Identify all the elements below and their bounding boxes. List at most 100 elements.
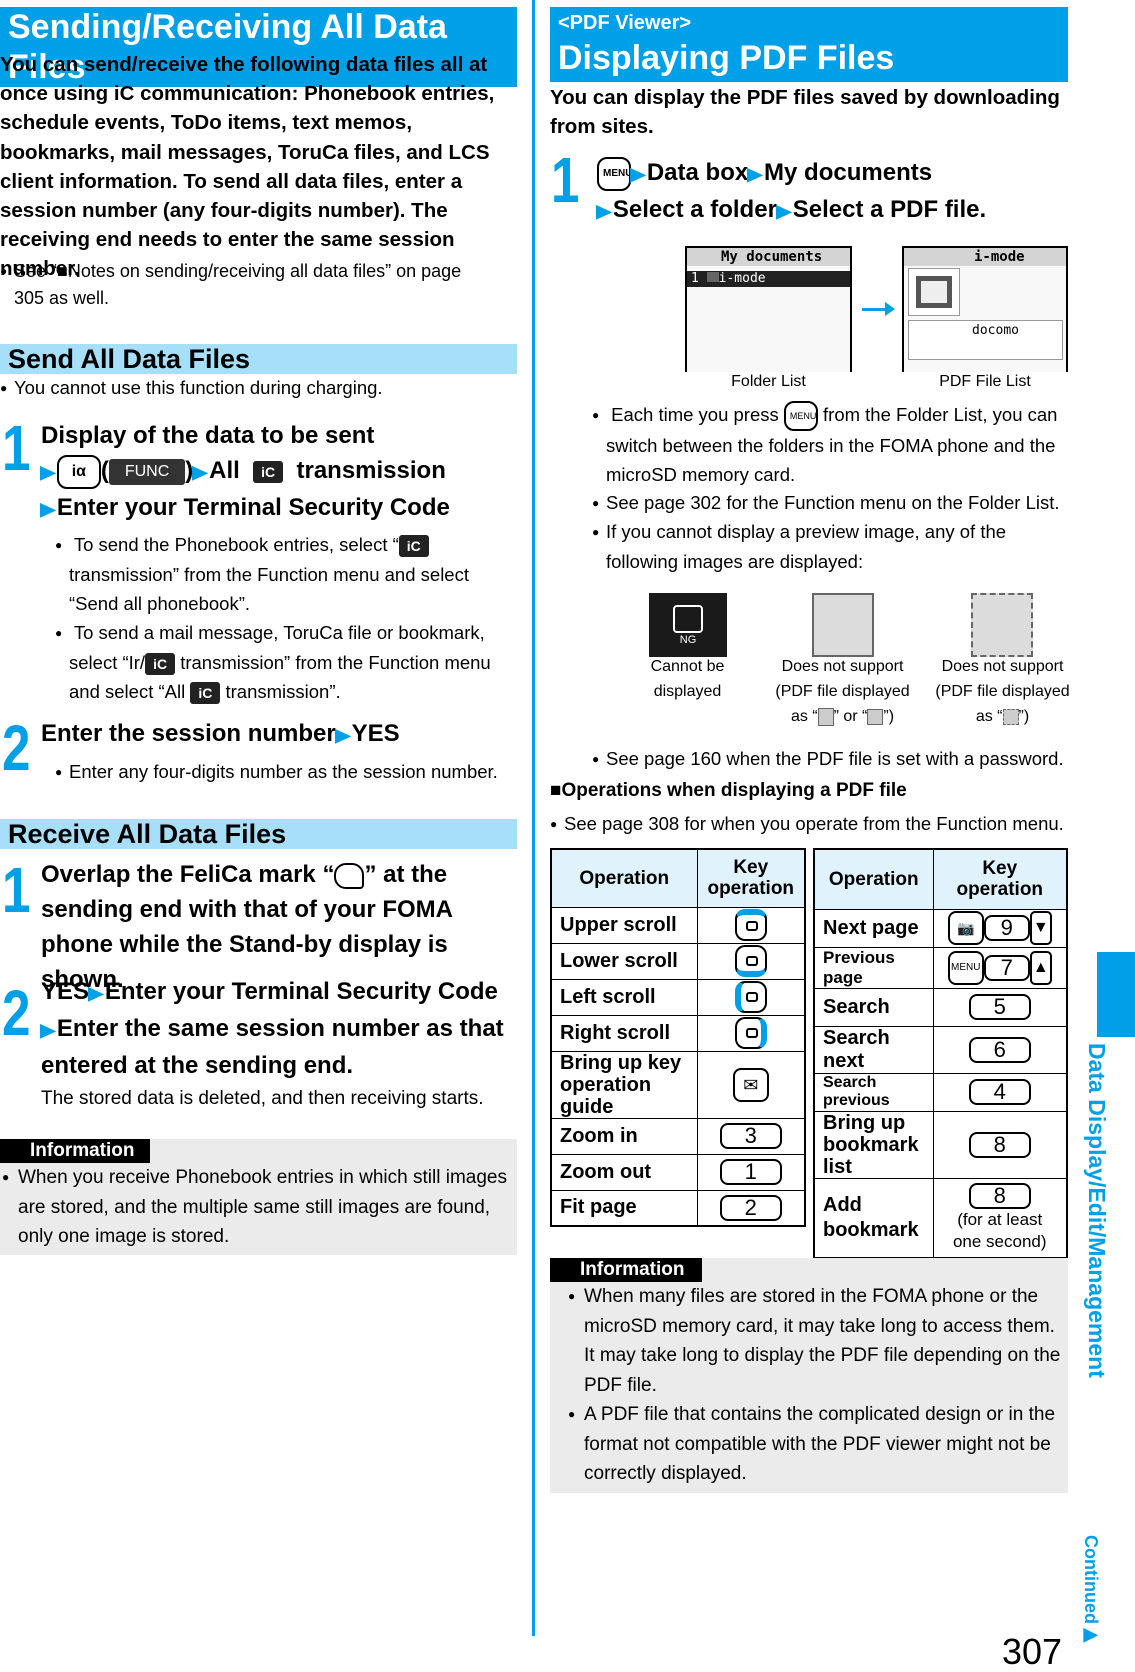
operation-cell: Zoom out	[550, 1153, 698, 1191]
step-text: YES	[351, 720, 400, 747]
step-text: YES	[41, 978, 90, 1005]
table-row: Search previous 4	[813, 1072, 1068, 1112]
bullet-text: Each time you press	[611, 404, 784, 425]
preview-caption: Cannot be displayed	[650, 658, 725, 700]
camera-key-icon: 📷	[947, 911, 984, 945]
operations-heading: ■Operations when displaying a PDF file	[550, 780, 907, 801]
felica-mark-icon	[334, 862, 365, 889]
multi-page-icon	[817, 707, 834, 726]
continued-arrow-icon: ▶	[1081, 1623, 1101, 1645]
table-row: Upper scroll	[550, 906, 806, 944]
menu-all: All	[209, 457, 240, 484]
operation-cell: Previous page	[813, 946, 934, 989]
table-row: Zoom in 3	[550, 1117, 806, 1155]
operation-cell: Bring up bookmark list	[813, 1110, 934, 1179]
screen-title-bar: My documents	[687, 248, 850, 266]
column-header: Key operation	[932, 848, 1068, 910]
column-header: Operation	[813, 848, 934, 910]
column-header: Key operation	[696, 848, 806, 908]
ng-badge: NG	[679, 634, 697, 646]
func-softkey-icon: FUNC	[108, 458, 186, 485]
operation-cell: Bring up key operation guide	[550, 1050, 698, 1119]
menu-key-icon[interactable]: MENU	[597, 156, 632, 191]
ic-transmission-icon: iC	[398, 535, 429, 558]
operations-table-left: Operation Key operation Upper scroll Lowe…	[550, 848, 806, 1227]
nav-up-key-icon	[734, 909, 767, 941]
caption-line: as “” or “”)	[790, 707, 895, 726]
intro-text: You can send/receive the following data …	[0, 53, 495, 281]
step-number-2: 2	[2, 977, 31, 1049]
step-text: My documents	[764, 159, 933, 186]
step-text: Enter your Terminal Security Code	[56, 494, 450, 521]
arrow-icon: ▶	[630, 164, 646, 184]
menu-switch-bullet: Each time you press MENU from the Folder…	[592, 400, 1072, 489]
table-row: Lower scroll	[550, 942, 806, 980]
ialpha-key-icon[interactable]: iα	[56, 454, 101, 489]
information-item: When you receive Phonebook entries in wh…	[0, 1163, 517, 1252]
arrow-icon: ▶	[596, 201, 612, 221]
notes-reference: See “■Notes on sending/receiving all dat…	[0, 258, 470, 312]
step-number-1: 1	[2, 854, 31, 926]
menu-key-icon: MENU	[947, 950, 984, 985]
table-row: Search 5	[813, 987, 1068, 1027]
key-1-icon: 1	[719, 1159, 782, 1185]
pdf-file-info: docomo	[908, 320, 1063, 360]
key-9-icon: 9	[983, 915, 1030, 941]
unsupported-preview-icon	[812, 593, 874, 657]
pdf-step-1: MENU▶Data box▶My documents ▶Select a fol…	[596, 155, 1077, 229]
dashed-page-icon	[1002, 708, 1019, 725]
ic-transmission-icon: iC	[190, 682, 221, 705]
operation-cell: Right scroll	[550, 1014, 698, 1052]
table-row: Zoom out 1	[550, 1153, 806, 1191]
mail-bullet: To send a mail message, ToruCa file or b…	[55, 618, 520, 706]
bullet-text: To send the Phonebook entries, select “	[73, 534, 399, 555]
mail-key-icon: ✉	[732, 1067, 769, 1102]
table-row: Next page 📷 9 ▼	[813, 908, 1068, 948]
arrow-icon: ▶	[776, 201, 792, 221]
section-title-pdf: <PDF Viewer> Displaying PDF Files	[550, 7, 1068, 82]
pdf-thumbnail[interactable]	[908, 268, 960, 316]
screen-title-bar: i-mode	[904, 248, 1066, 266]
caption-line: Does not support	[781, 658, 904, 675]
operation-cell: Search	[813, 987, 934, 1027]
operation-cell: Search next	[813, 1025, 934, 1074]
operation-cell: Upper scroll	[550, 906, 698, 944]
pdf-file-list-screenshot: i-mode docomo	[902, 246, 1068, 372]
step-number-1: 1	[2, 412, 31, 484]
key-8-icon: 8	[968, 1182, 1031, 1209]
function-menu-bullet: See page 302 for the Function menu on th…	[592, 488, 1072, 518]
key-5-icon: 5	[968, 994, 1031, 1020]
receive-note: The stored data is deleted, and then rec…	[41, 1088, 484, 1109]
section-name: Data Display/Edit/Management	[1084, 1043, 1110, 1378]
folder-item[interactable]: 1 i-mode	[687, 271, 850, 287]
table-row: Right scroll	[550, 1014, 806, 1052]
operations-note: See page 308 for when you operate from t…	[550, 809, 1070, 839]
page-number: 307	[1002, 1631, 1063, 1672]
send-step-1: Display of the data to be sent ▶ iα(FUNC)…	[40, 418, 511, 527]
nav-left-key-icon	[734, 981, 767, 1013]
continued-label: Continued▶	[1080, 1535, 1102, 1645]
information-item: When many files are stored in the FOMA p…	[550, 1282, 1068, 1400]
arrow-icon: ▶	[40, 462, 56, 482]
session-number-bullet: Enter any four-digits number as the sess…	[55, 757, 520, 787]
information-box: Information When you receive Phonebook e…	[0, 1139, 517, 1255]
table-row: Add bookmark 8 (for at least one second)	[813, 1177, 1068, 1259]
send-step-2: Enter the session number▶YES	[41, 716, 511, 753]
step-text: Select a folder	[612, 196, 777, 223]
continued-text: Continued	[1081, 1535, 1101, 1624]
caption-line: (PDF file displayed	[935, 683, 1070, 700]
preview-caption: Does not support (PDF file displayed as …	[930, 654, 1075, 729]
folder-item-label: i-mode	[718, 271, 766, 286]
nav-right-key-icon	[734, 1017, 767, 1049]
subsection-title-send: Send All Data Files	[0, 344, 517, 374]
section-tab	[1097, 952, 1135, 1037]
column-divider	[532, 0, 535, 1636]
subsection-title-receive: Receive All Data Files	[0, 819, 517, 849]
step-number-2: 2	[2, 712, 31, 784]
arrow-icon: ▶	[40, 1020, 56, 1040]
information-label: Information	[550, 1258, 702, 1282]
step-line: Display of the data to be sent	[41, 422, 375, 449]
column-header: Operation	[550, 848, 698, 908]
key-hold-note: (for at least one second)	[952, 1209, 1047, 1251]
key-7-icon: 7	[983, 954, 1030, 981]
